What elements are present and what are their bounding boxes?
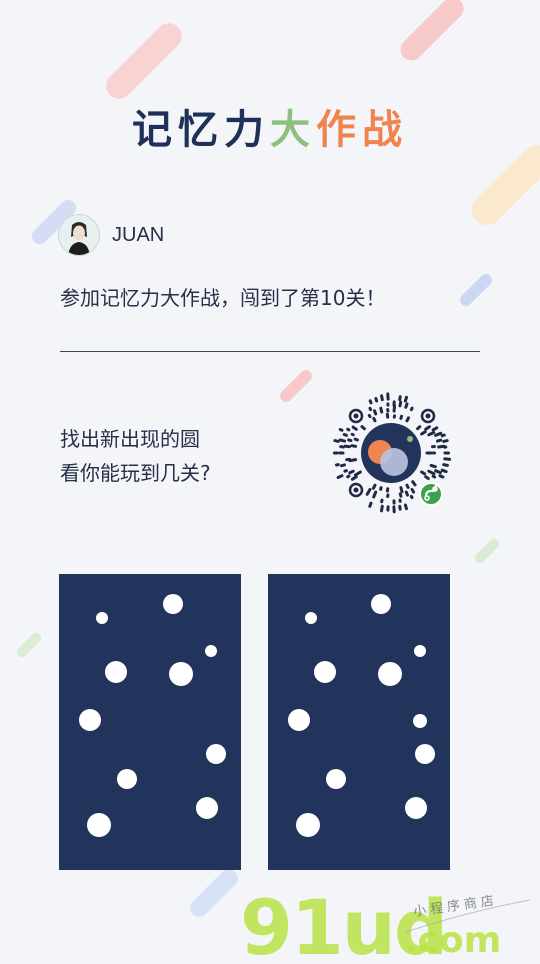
circle [371, 594, 391, 614]
avatar-icon [59, 215, 99, 255]
decor-stripe [278, 368, 315, 405]
circle [169, 662, 193, 686]
circle [196, 797, 218, 819]
decor-stripe [15, 631, 43, 659]
circle [206, 744, 226, 764]
circle [326, 769, 346, 789]
decor-stripe [473, 537, 501, 565]
circle [305, 612, 317, 624]
mini-program-qr-code[interactable] [330, 392, 452, 514]
page-title: 记忆力大作战 [0, 104, 540, 156]
circle [314, 661, 336, 683]
mini-program-logo-icon [420, 483, 442, 505]
decor-stripe [186, 865, 241, 920]
circle [205, 645, 217, 657]
result-message: 参加记忆力大作战，闯到了第10关！ [60, 282, 385, 311]
circle [117, 769, 137, 789]
avatar [58, 214, 100, 256]
memory-panel-current [268, 574, 450, 870]
circle [79, 709, 101, 731]
circle-new [413, 714, 427, 728]
circle [105, 661, 127, 683]
circle [296, 813, 320, 837]
user-row: JUAN [58, 214, 164, 256]
title-part2: 大 [270, 107, 316, 153]
decor-stripe [458, 272, 495, 309]
username: JUAN [112, 224, 164, 247]
watermark-domain: .com [404, 920, 501, 960]
circle [378, 662, 402, 686]
game-prompt: 找出新出现的圆 看你能玩到几关? [60, 422, 211, 490]
decor-stripe [396, 0, 468, 65]
circle [414, 645, 426, 657]
circle [163, 594, 183, 614]
prompt-line-2: 看你能玩到几关? [60, 456, 211, 490]
title-part1: 记忆力 [132, 107, 270, 153]
prompt-line-1: 找出新出现的圆 [60, 422, 211, 456]
circle [415, 744, 435, 764]
circle [87, 813, 111, 837]
decor-stripe [101, 18, 187, 104]
memory-panel-previous [59, 574, 241, 870]
watermark: 91ud .com 小程序商店 [238, 880, 538, 960]
circle [96, 612, 108, 624]
circle [405, 797, 427, 819]
title-part3: 作战 [316, 107, 408, 153]
divider [60, 351, 480, 352]
circle [288, 709, 310, 731]
